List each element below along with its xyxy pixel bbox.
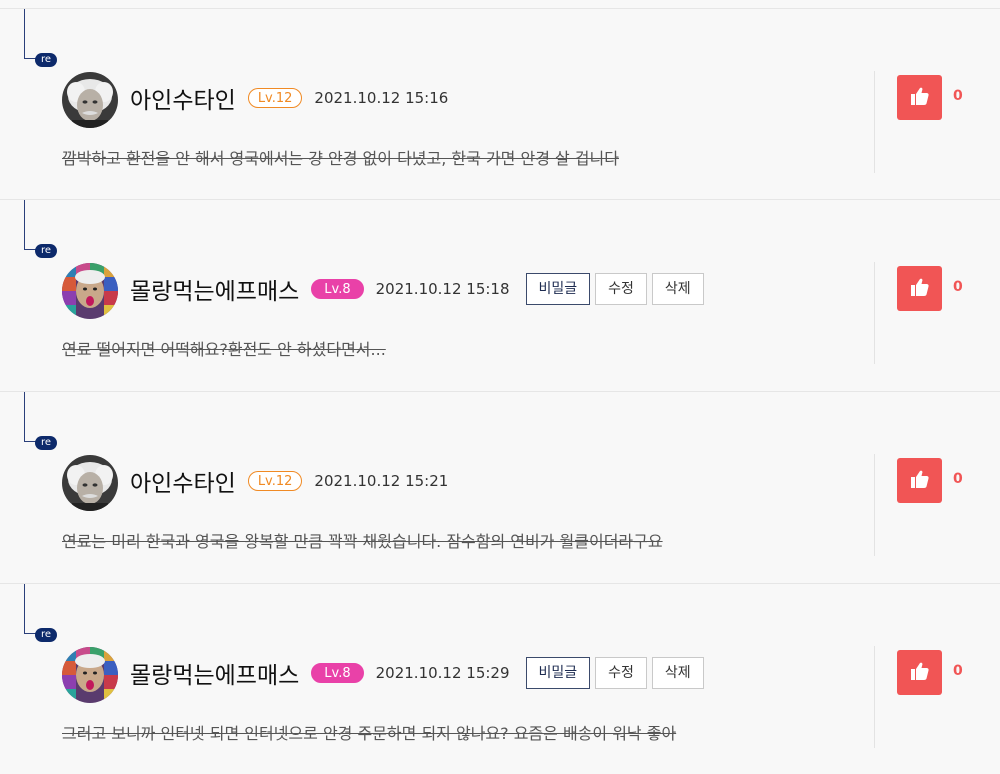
comment-item: re 몰랑먹는에프매스 Lv.8 2021.10.12 15:18 비밀글 수정 삭… [0,199,1000,390]
divider [874,71,875,173]
edit-button[interactable]: 수정 [595,273,647,305]
like-count: 0 [953,471,963,487]
like-button[interactable] [897,75,942,120]
comment-date: 2021.10.12 15:18 [375,280,510,298]
thumbs-up-icon [910,661,930,685]
reply-badge: re [35,53,57,67]
comment-header: 몰랑먹는에프매스 Lv.8 2021.10.12 15:18 비밀글 수정 삭제 [130,271,709,307]
nickname[interactable]: 아인수타인 [130,464,236,498]
reply-tree-line [24,584,37,634]
thumbs-up-icon [910,277,930,301]
comment-body: 연료는 미리 한국과 영국을 왕복할 만큼 꽉꽉 채웠습니다. 잠수함의 연비가… [62,532,663,551]
secret-button[interactable]: 비밀글 [525,657,591,689]
thumbs-up-icon [910,86,930,110]
like-button[interactable] [897,650,942,695]
reply-badge: re [35,628,57,642]
einstein-avatar[interactable] [62,72,118,128]
nickname[interactable]: 몰랑먹는에프매스 [130,656,299,690]
comment-item: re 아인수타인 Lv.12 2021.10.12 15:16 깜박하고 환전을… [0,8,1000,199]
divider [874,262,875,364]
delete-button[interactable]: 삭제 [651,657,704,689]
level-badge: Lv.8 [311,279,364,299]
divider [874,646,875,748]
comment-item: re 아인수타인 Lv.12 2021.10.12 15:21 연료는 미리 한… [0,391,1000,582]
einstein-avatar[interactable] [62,455,118,511]
delete-button[interactable]: 삭제 [651,273,704,305]
comment-date: 2021.10.12 15:16 [314,89,449,107]
comment-date: 2021.10.12 15:29 [375,664,510,682]
like-count: 0 [953,88,963,104]
reply-tree-line [24,200,37,250]
comment-header: 아인수타인 Lv.12 2021.10.12 15:21 [130,463,464,499]
nickname[interactable]: 아인수타인 [130,81,236,115]
like-count: 0 [953,279,963,295]
divider [874,454,875,556]
reply-tree-line [24,392,37,442]
comment-date: 2021.10.12 15:21 [314,472,449,490]
colorful-avatar[interactable] [62,647,118,703]
like-button[interactable] [897,266,942,311]
like-button[interactable] [897,458,942,503]
secret-button[interactable]: 비밀글 [525,273,591,305]
comment-header: 몰랑먹는에프매스 Lv.8 2021.10.12 15:29 비밀글 수정 삭제 [130,655,709,691]
like-count: 0 [953,663,963,679]
level-badge: Lv.12 [247,471,303,491]
comment-header: 아인수타인 Lv.12 2021.10.12 15:16 [130,80,464,116]
edit-button[interactable]: 수정 [595,657,647,689]
comment-body: 그러고 보니까 인터넷 되면 인터넷으로 안경 주문하면 되지 않나요? 요즘은… [62,724,677,743]
level-badge: Lv.8 [311,663,364,683]
comment-body: 깜박하고 환전을 안 해서 영국에서는 걍 안경 없이 다녔고, 한국 가면 안… [62,149,619,168]
comment-item: re 몰랑먹는에프매스 Lv.8 2021.10.12 15:29 비밀글 수정 삭… [0,583,1000,774]
thumbs-up-icon [910,469,930,493]
reply-badge: re [35,436,57,450]
reply-tree-line [24,9,37,59]
level-badge: Lv.12 [247,88,303,108]
comment-body: 연료 떨어지면 어떡해요?환전도 안 하셨다면서... [62,340,386,359]
nickname[interactable]: 몰랑먹는에프매스 [130,272,299,306]
colorful-avatar[interactable] [62,263,118,319]
reply-badge: re [35,244,57,258]
